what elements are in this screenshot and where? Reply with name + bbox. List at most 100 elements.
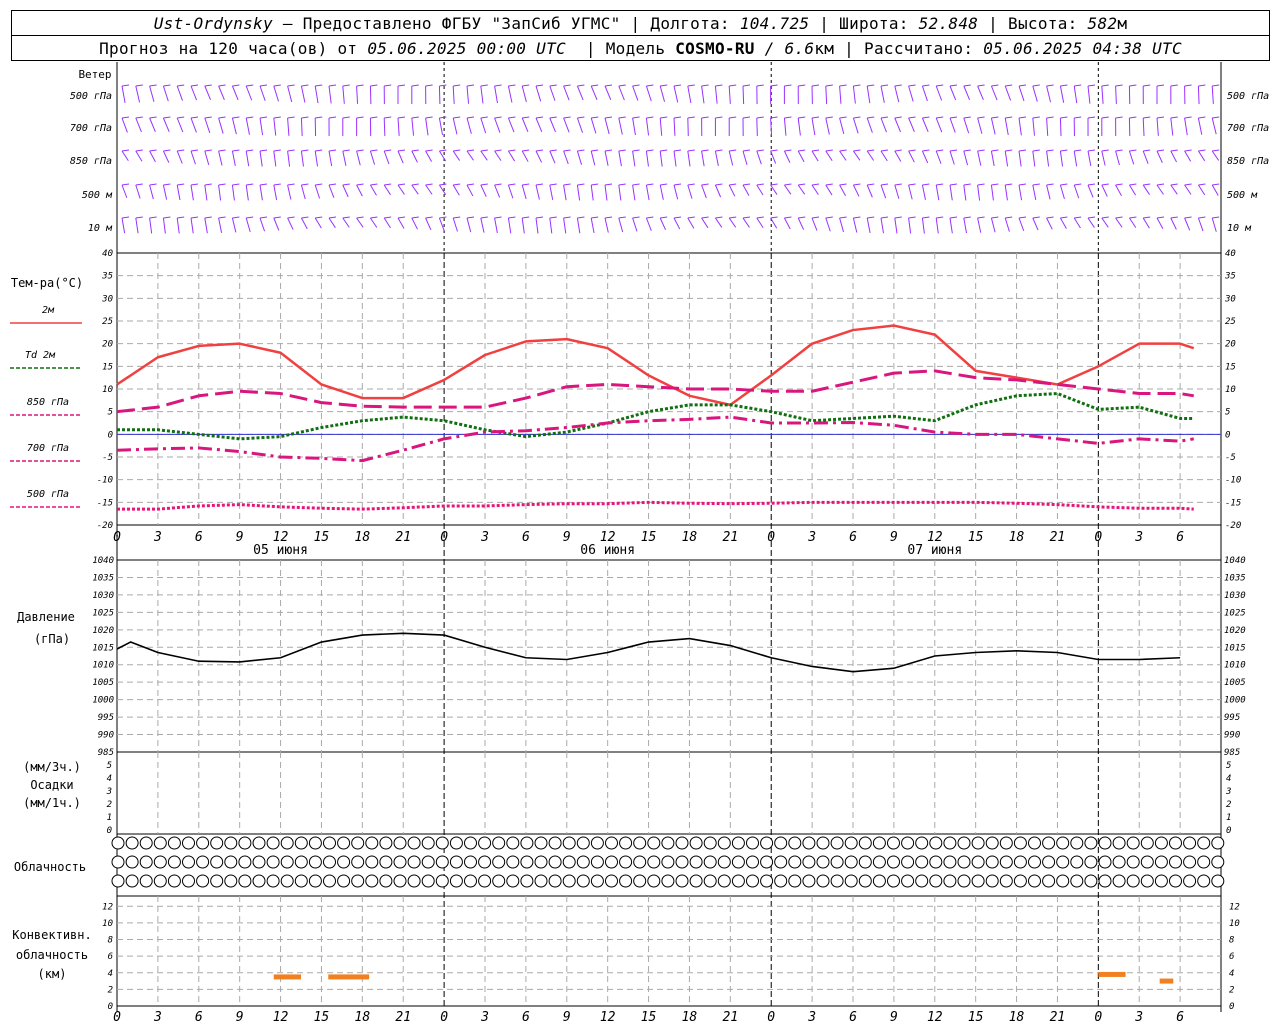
cloud-cover-symbol bbox=[337, 836, 351, 850]
wind-barb-flag bbox=[1143, 183, 1151, 186]
x-tick-label: 12 bbox=[273, 1010, 289, 1024]
wind-barb-flag bbox=[1087, 216, 1096, 219]
wind-barb bbox=[1101, 184, 1108, 197]
wind-barb bbox=[645, 184, 650, 201]
wind-barb-flag bbox=[121, 183, 130, 186]
cloud-cover-symbol bbox=[1140, 855, 1154, 869]
wind-barb-flag bbox=[825, 116, 833, 119]
wind-barb bbox=[576, 217, 581, 234]
cloud-title: Облачность bbox=[14, 860, 86, 874]
x-tick-label: 6 bbox=[1176, 1010, 1184, 1024]
wind-barb-flag bbox=[411, 149, 419, 152]
temp-y-tick-left: 25 bbox=[102, 317, 113, 327]
wind-barb-flag bbox=[356, 183, 364, 186]
wind-barb-flag bbox=[784, 183, 792, 186]
x-tick-label: 9 bbox=[890, 1010, 898, 1024]
wind-barb-flag bbox=[936, 183, 944, 186]
wind-barb-flag bbox=[342, 116, 350, 119]
temp-series-line-4 bbox=[117, 500, 1194, 511]
wind-barb bbox=[921, 85, 928, 102]
wind-barb bbox=[438, 184, 447, 196]
cloud-cover-symbol bbox=[1211, 874, 1225, 888]
wind-barb bbox=[507, 184, 514, 199]
wind-barb bbox=[121, 150, 129, 161]
wind-barb bbox=[1211, 117, 1217, 135]
legend-label: 2м bbox=[42, 305, 55, 316]
wind-barb bbox=[977, 85, 984, 100]
wind-barb bbox=[728, 184, 736, 197]
wind-barb-flag bbox=[190, 183, 199, 186]
wind-barb-flag bbox=[135, 116, 143, 119]
wind-barb-flag bbox=[1018, 116, 1027, 119]
cloud-cover-symbol bbox=[464, 836, 477, 850]
wind-barb-flag bbox=[839, 183, 847, 186]
wind-barb bbox=[135, 85, 141, 103]
wind-barb bbox=[121, 217, 126, 234]
wind-barb bbox=[452, 184, 460, 196]
wind-barb-flag bbox=[591, 84, 599, 87]
x-tick-label: 21 bbox=[395, 530, 411, 545]
cloud-cover-symbol bbox=[872, 855, 886, 869]
cloud-cover-symbol bbox=[788, 874, 802, 888]
x-tick-label: 15 bbox=[968, 530, 984, 545]
wind-barb bbox=[659, 217, 667, 231]
wind-barb-flag bbox=[535, 116, 544, 119]
wind-barb-flag bbox=[370, 116, 378, 119]
wind-barb-flag bbox=[936, 216, 944, 219]
precip-y-tick-right: 2 bbox=[1226, 800, 1231, 810]
wind-barb bbox=[977, 150, 982, 166]
cloud-cover-symbol bbox=[351, 874, 365, 888]
wind-barb bbox=[438, 150, 447, 162]
wind-barb bbox=[908, 217, 912, 234]
wind-panel: 500 гПа 500 гПа 700 гПа 700 гПа 850 гПа 850 г… bbox=[70, 84, 1269, 234]
wind-barb bbox=[1142, 117, 1145, 136]
x-tick-label: 9 bbox=[236, 1010, 244, 1024]
wind-barb-flag bbox=[839, 149, 847, 152]
pressure-y-tick-right: 995 bbox=[1224, 713, 1240, 723]
wind-barb-flag bbox=[1170, 84, 1178, 87]
wind-barb-flag bbox=[232, 84, 240, 87]
wind-barb-flag bbox=[1184, 149, 1192, 152]
grid-lines: 0 3 6 9 12 15 18 21 0 3 6 9 12 15 18 21 0 3 6 9 12 15 18 21 0 3 60… bbox=[92, 249, 1245, 1024]
wind-barb bbox=[549, 217, 553, 234]
cloud-cover-symbol bbox=[1211, 855, 1225, 869]
wind-barb bbox=[521, 217, 525, 234]
wind-barb-flag bbox=[798, 216, 806, 219]
wind-barb-flag bbox=[908, 216, 916, 219]
wind-barb-flag bbox=[1087, 183, 1096, 186]
cloud-cover-symbol bbox=[449, 836, 463, 850]
wind-barb-flag bbox=[894, 149, 902, 152]
wind-barb-flag bbox=[1184, 84, 1192, 87]
wind-barb-flag bbox=[522, 149, 530, 152]
wind-barb-flag bbox=[177, 149, 185, 152]
x-tick-label: 6 bbox=[849, 1010, 857, 1024]
pressure-y-tick-right: 1015 bbox=[1224, 643, 1246, 653]
wind-barb bbox=[576, 117, 584, 133]
wind-barb-flag bbox=[591, 216, 599, 219]
x-tick-label: 18 bbox=[682, 530, 698, 545]
x-tick-label: 12 bbox=[927, 1010, 943, 1024]
cloud-cover-symbol bbox=[266, 855, 280, 869]
wind-barb bbox=[300, 217, 308, 230]
wind-barb-flag bbox=[204, 149, 212, 152]
wind-barb-flag bbox=[1060, 183, 1068, 186]
cloud-cover-symbol bbox=[548, 836, 562, 850]
wind-barb-flag bbox=[1212, 216, 1220, 219]
cloud-cover-symbol bbox=[224, 874, 238, 888]
wind-barb-flag bbox=[867, 183, 875, 186]
wind-barb bbox=[149, 85, 155, 102]
x-tick-label: 0 bbox=[440, 1010, 448, 1024]
wind-barb bbox=[204, 117, 211, 134]
wind-barb bbox=[576, 85, 584, 101]
wind-barb bbox=[894, 184, 900, 199]
wind-barb-flag bbox=[922, 183, 930, 186]
wind-barb bbox=[480, 184, 487, 197]
wind-barb bbox=[549, 184, 554, 200]
temp-y-tick-right: 25 bbox=[1225, 317, 1236, 327]
wind-barb bbox=[521, 117, 529, 133]
wind-barb-flag bbox=[811, 116, 820, 119]
cloud-cover-symbol bbox=[252, 874, 266, 888]
wind-barb-flag bbox=[1046, 116, 1054, 119]
wind-barb bbox=[632, 117, 636, 136]
x-tick-label: 21 bbox=[1050, 530, 1066, 545]
